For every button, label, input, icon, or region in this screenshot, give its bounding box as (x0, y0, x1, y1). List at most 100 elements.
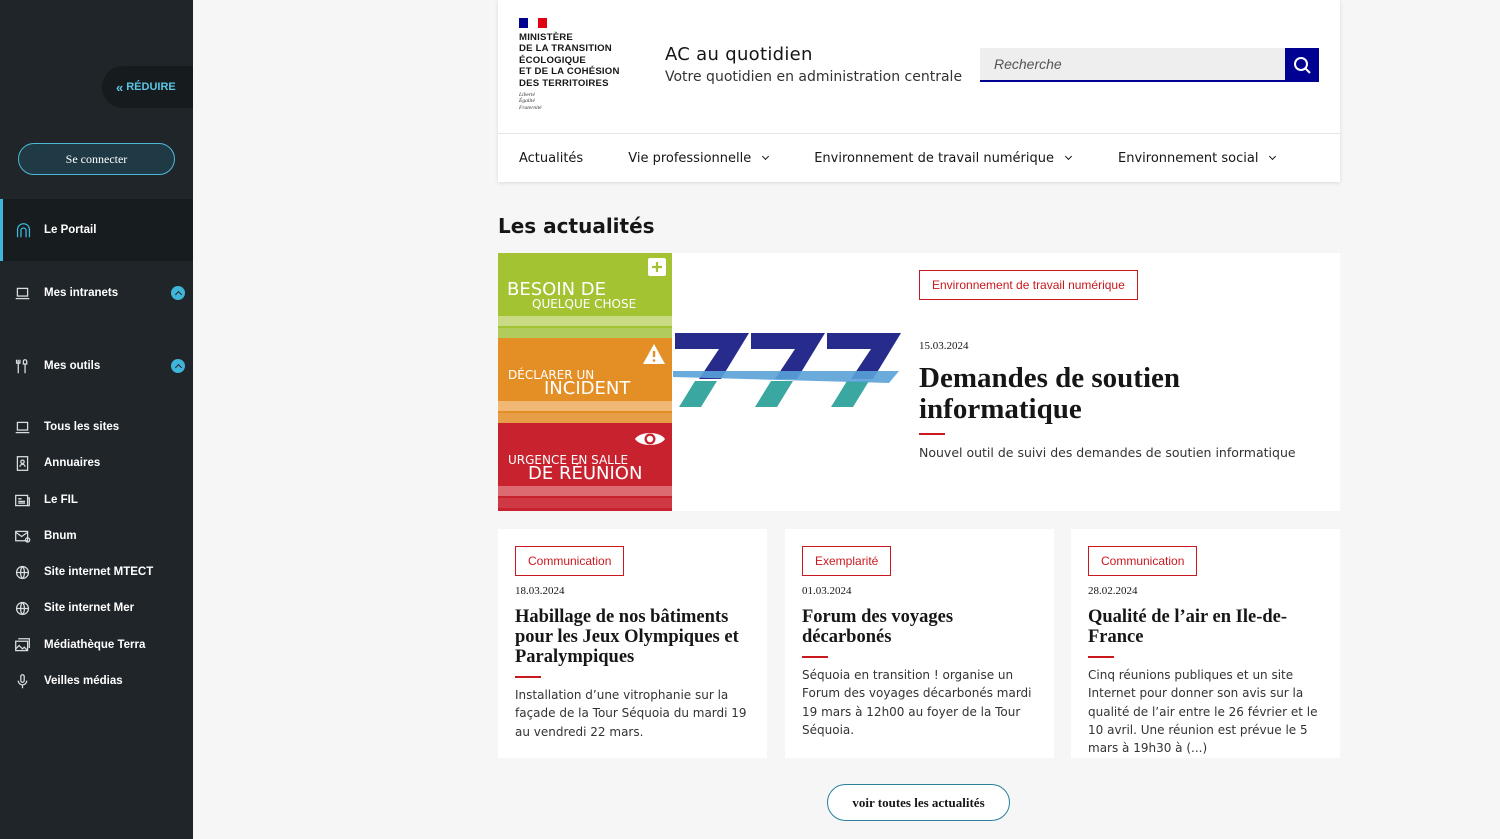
news-icon (0, 492, 44, 509)
tile-band (498, 401, 672, 411)
globe-icon (0, 600, 44, 617)
title-underline (515, 676, 541, 678)
site-header: Ministère de la transition écologique et… (498, 0, 1340, 182)
sidebar-item-label: Mes intranets (44, 287, 119, 299)
news-date: 18.03.2024 (515, 585, 565, 597)
menu-item-actualites[interactable]: Actualités (519, 151, 583, 166)
news-description: Séquoia en transition ! organise un Foru… (802, 668, 1032, 737)
tile-text: INCIDENT (544, 378, 631, 399)
sidebar-item-intranets[interactable]: Mes intranets (0, 282, 193, 304)
chevron-down-icon (1269, 152, 1277, 161)
search-bar (980, 48, 1319, 82)
marianne-flag-icon (519, 18, 547, 28)
chevron-down-icon (1064, 152, 1073, 161)
category-badge[interactable]: Environnement de travail numérique (919, 270, 1138, 300)
section-title: Les actualités (498, 214, 655, 238)
featured-news-card[interactable]: BESOIN DE QUELQUE CHOSE DÉCLARER UN INCI… (498, 253, 1340, 511)
service-tagline: Votre quotidien en administration centra… (665, 69, 963, 85)
news-title[interactable]: Forum des voyages décarbonés (802, 607, 1042, 647)
login-button[interactable]: Se connecter (18, 143, 175, 175)
title-underline (1088, 656, 1114, 658)
news-description: Cinq réunions publiques et un site Inter… (1088, 668, 1318, 756)
news-card[interactable]: Communication 18.03.2024 Habillage de no… (498, 529, 767, 758)
news-description: Installation d’une vitrophanie sur la fa… (515, 688, 747, 739)
sidebar-item-le-fil[interactable]: Le FIL (0, 489, 193, 511)
sidebar-item-label: Bnum (44, 530, 77, 542)
sidebar-item-portail[interactable]: Le Portail (0, 199, 193, 261)
all-news-button[interactable]: voir toutes les actualités (827, 784, 1010, 821)
search-icon (1294, 57, 1311, 74)
tile-band (498, 328, 672, 338)
sidebar-item-label: Annuaires (44, 457, 101, 469)
plus-icon (648, 258, 666, 276)
news-title[interactable]: Qualité de l’air en Ile-de-France (1088, 607, 1328, 647)
tile-band (498, 316, 672, 326)
news-card[interactable]: Exemplarité 01.03.2024 Forum des voyages… (785, 529, 1054, 758)
category-badge[interactable]: Exemplarité (802, 546, 892, 576)
category-badge[interactable]: Communication (515, 546, 625, 576)
search-input[interactable] (980, 48, 1285, 82)
tile-band (498, 498, 672, 508)
reduce-sidebar-button[interactable]: « RÉDUIRE (102, 66, 193, 108)
tile-band (498, 486, 672, 496)
service-title[interactable]: AC au quotidien (665, 44, 813, 65)
sidebar-item-label: Tous les sites (44, 421, 120, 433)
news-description: Nouvel outil de suivi des demandes de so… (919, 445, 1296, 460)
tile-text: DE RÉUNION (528, 463, 643, 484)
news-date: 15.03.2024 (919, 340, 969, 352)
sidebar-item-tous-les-sites[interactable]: Tous les sites (0, 416, 193, 438)
search-button[interactable] (1285, 48, 1319, 82)
ministry-logo[interactable]: Ministère de la transition écologique et… (519, 18, 620, 111)
chevron-up-icon[interactable] (171, 286, 185, 300)
tile-band (498, 413, 672, 423)
menu-item-environnement-numerique[interactable]: Environnement de travail numérique (814, 150, 1073, 166)
menu-item-label: Vie professionnelle (628, 150, 752, 166)
double-chevron-left-icon: « (116, 79, 123, 95)
tile-text: QUELQUE CHOSE (532, 297, 637, 311)
title-underline (919, 433, 945, 435)
laptop-icon (0, 285, 44, 302)
sidebar-item-label: Médiathèque Terra (44, 639, 146, 651)
news-date: 01.03.2024 (802, 585, 852, 597)
microphone-icon (0, 673, 44, 690)
news-title[interactable]: Demandes de soutien informatique (919, 363, 1299, 425)
laptop-icon (0, 419, 44, 436)
sidebar-item-outils[interactable]: Mes outils (0, 355, 193, 377)
sidebar-item-site-mer[interactable]: Site internet Mer (0, 597, 193, 619)
sidebar-item-label: Site internet MTECT (44, 566, 154, 578)
image-tile-incident: DÉCLARER UN INCIDENT (498, 338, 672, 423)
sidebar-item-label: Mes outils (44, 360, 101, 372)
arch-icon (3, 222, 44, 239)
sidebar: « RÉDUIRE Se connecter Le Portail Mes in… (0, 0, 193, 839)
menu-item-label: Environnement de travail numérique (814, 150, 1054, 166)
reduce-label: RÉDUIRE (126, 81, 176, 93)
sidebar-item-label: Le FIL (44, 494, 78, 506)
sidebar-item-label: Veilles médias (44, 675, 123, 687)
news-title[interactable]: Habillage de nos bâtiments pour les Jeux… (515, 607, 755, 667)
news-date: 28.02.2024 (1088, 585, 1138, 597)
category-badge[interactable]: Communication (1088, 546, 1198, 576)
sidebar-item-bnum[interactable]: Bnum (0, 525, 193, 547)
contact-book-icon (0, 455, 44, 472)
featured-image: BESOIN DE QUELQUE CHOSE DÉCLARER UN INCI… (498, 253, 672, 511)
eye-icon (635, 433, 665, 445)
sidebar-item-veilles-medias[interactable]: Veilles médias (0, 670, 193, 692)
sidebar-item-annuaires[interactable]: Annuaires (0, 452, 193, 474)
sidebar-item-mediatheque[interactable]: Médiathèque Terra (0, 634, 193, 656)
sidebar-item-label: Site internet Mer (44, 602, 135, 614)
menu-item-label: Environnement social (1118, 150, 1259, 166)
sidebar-item-site-mtect[interactable]: Site internet MTECT (0, 561, 193, 583)
menu-item-vie-professionnelle[interactable]: Vie professionnelle (628, 150, 770, 166)
menu-item-environnement-social[interactable]: Environnement social (1118, 150, 1277, 166)
title-underline (802, 656, 828, 658)
chevron-up-icon[interactable] (171, 359, 185, 373)
image-tile-urgence: URGENCE EN SALLE DE RÉUNION (498, 423, 672, 511)
mail-icon (0, 528, 44, 545)
news-card[interactable]: Communication 28.02.2024 Qualité de l’ai… (1071, 529, 1340, 758)
chevron-down-icon (762, 152, 770, 161)
menu-item-label: Actualités (519, 150, 584, 166)
globe-icon (0, 564, 44, 581)
republic-motto: Liberté Égalité Fraternité (519, 92, 542, 111)
image-tile-besoin: BESOIN DE QUELQUE CHOSE (498, 253, 672, 338)
sidebar-item-label: Le Portail (44, 224, 97, 236)
